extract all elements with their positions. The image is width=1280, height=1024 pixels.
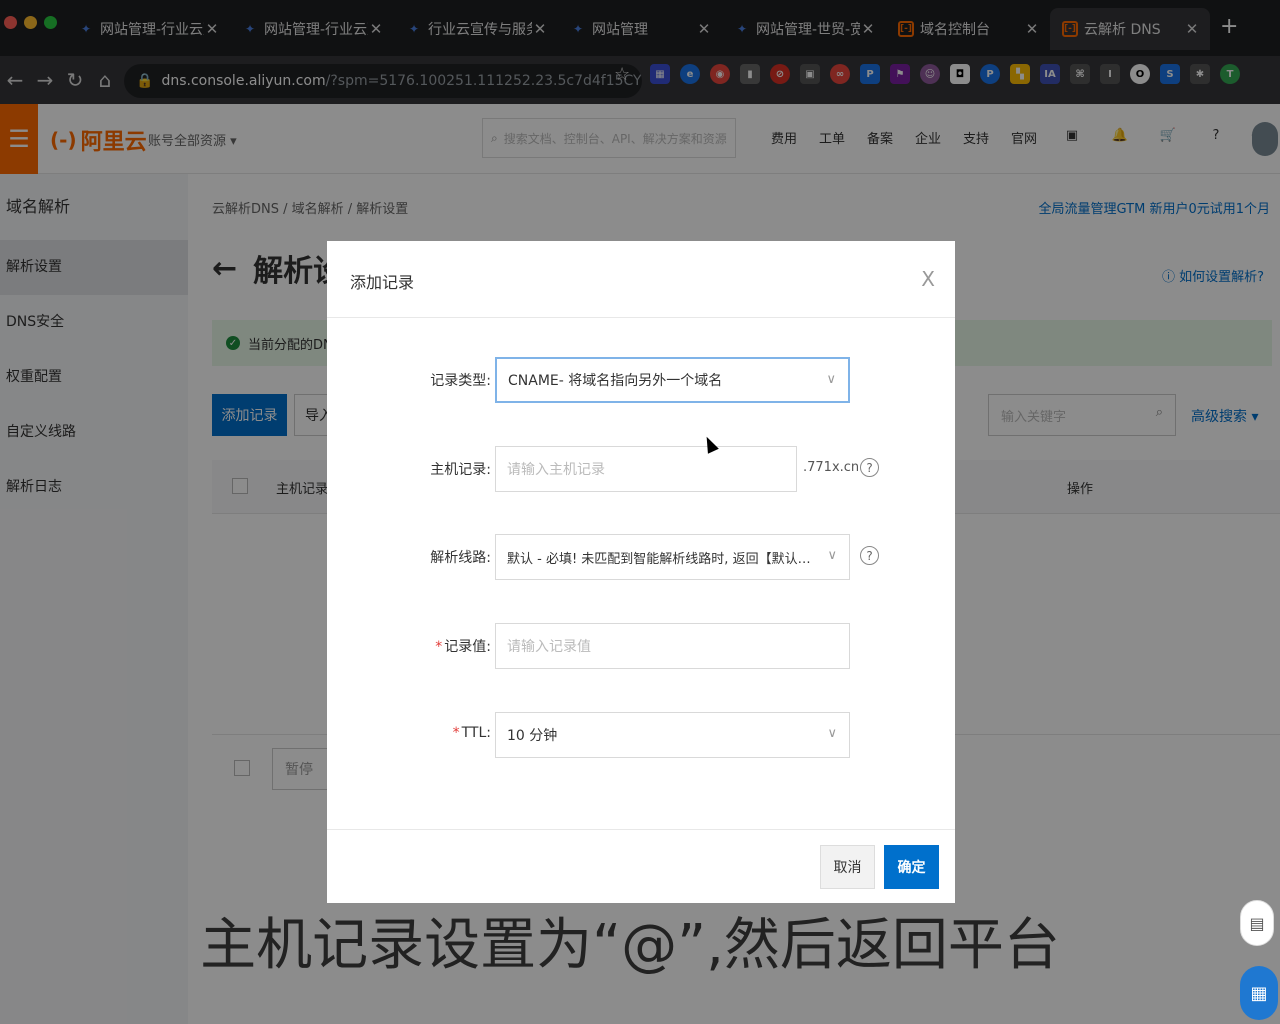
apps-grid-icon[interactable]: ▦: [1240, 966, 1278, 1020]
dialog-header: 添加记录 X: [327, 241, 955, 318]
host-record-label: 主机记录:: [430, 462, 491, 478]
record-value-placeholder: 请输入记录值: [507, 639, 591, 655]
chevron-down-icon: ∨: [827, 726, 837, 741]
record-value-label: * 记录值:: [435, 636, 491, 656]
dialog-title: 添加记录: [350, 273, 415, 292]
question-icon[interactable]: ?: [860, 458, 879, 477]
resolve-line-row: 解析线路: 默认 - 必填! 未匹配到智能解析线路时, 返回【默认】线路设...…: [327, 534, 955, 580]
resolve-line-label: 解析线路:: [430, 550, 491, 566]
feedback-icon[interactable]: ▤: [1240, 900, 1274, 946]
host-record-row: 主机记录: 请输入主机记录 .771x.cn ?: [327, 446, 955, 492]
required-mark: *: [435, 639, 443, 655]
chevron-down-icon: ∨: [827, 548, 837, 563]
cancel-button[interactable]: 取消: [820, 845, 875, 889]
ttl-label: * TTL:: [453, 725, 491, 741]
record-type-row: 记录类型: CNAME- 将域名指向另外一个域名 ∨: [327, 357, 955, 403]
dialog-footer: 取消 确定: [327, 829, 955, 903]
close-icon[interactable]: X: [921, 267, 935, 291]
ttl-label-text: TTL:: [461, 725, 491, 741]
ttl-value: 10 分钟: [507, 728, 558, 744]
resolve-line-value: 默认 - 必填! 未匹配到智能解析线路时, 返回【默认】线路设...: [507, 551, 821, 567]
video-subtitle: 主机记录设置为“@”,然后返回平台: [200, 913, 1060, 978]
required-mark: *: [452, 725, 460, 741]
record-value-label-text: 记录值:: [444, 639, 491, 655]
add-record-dialog: 添加记录 X 记录类型: CNAME- 将域名指向另外一个域名 ∨ 主机记录: …: [327, 241, 955, 903]
host-record-input[interactable]: 请输入主机记录: [495, 446, 797, 492]
record-type-label: 记录类型:: [430, 373, 491, 389]
record-type-value: CNAME- 将域名指向另外一个域名: [508, 373, 723, 389]
confirm-button[interactable]: 确定: [884, 845, 939, 889]
ttl-select[interactable]: 10 分钟 ∨: [495, 712, 850, 758]
record-value-row: * 记录值: 请输入记录值: [327, 623, 955, 669]
chevron-down-icon: ∨: [826, 372, 836, 387]
question-icon[interactable]: ?: [860, 546, 879, 565]
record-type-select[interactable]: CNAME- 将域名指向另外一个域名 ∨: [495, 357, 850, 403]
domain-suffix: .771x.cn: [803, 460, 860, 475]
record-value-input[interactable]: 请输入记录值: [495, 623, 850, 669]
resolve-line-select[interactable]: 默认 - 必填! 未匹配到智能解析线路时, 返回【默认】线路设... ∨: [495, 534, 850, 580]
ttl-row: * TTL: 10 分钟 ∨: [327, 712, 955, 758]
host-record-placeholder: 请输入主机记录: [507, 462, 605, 478]
